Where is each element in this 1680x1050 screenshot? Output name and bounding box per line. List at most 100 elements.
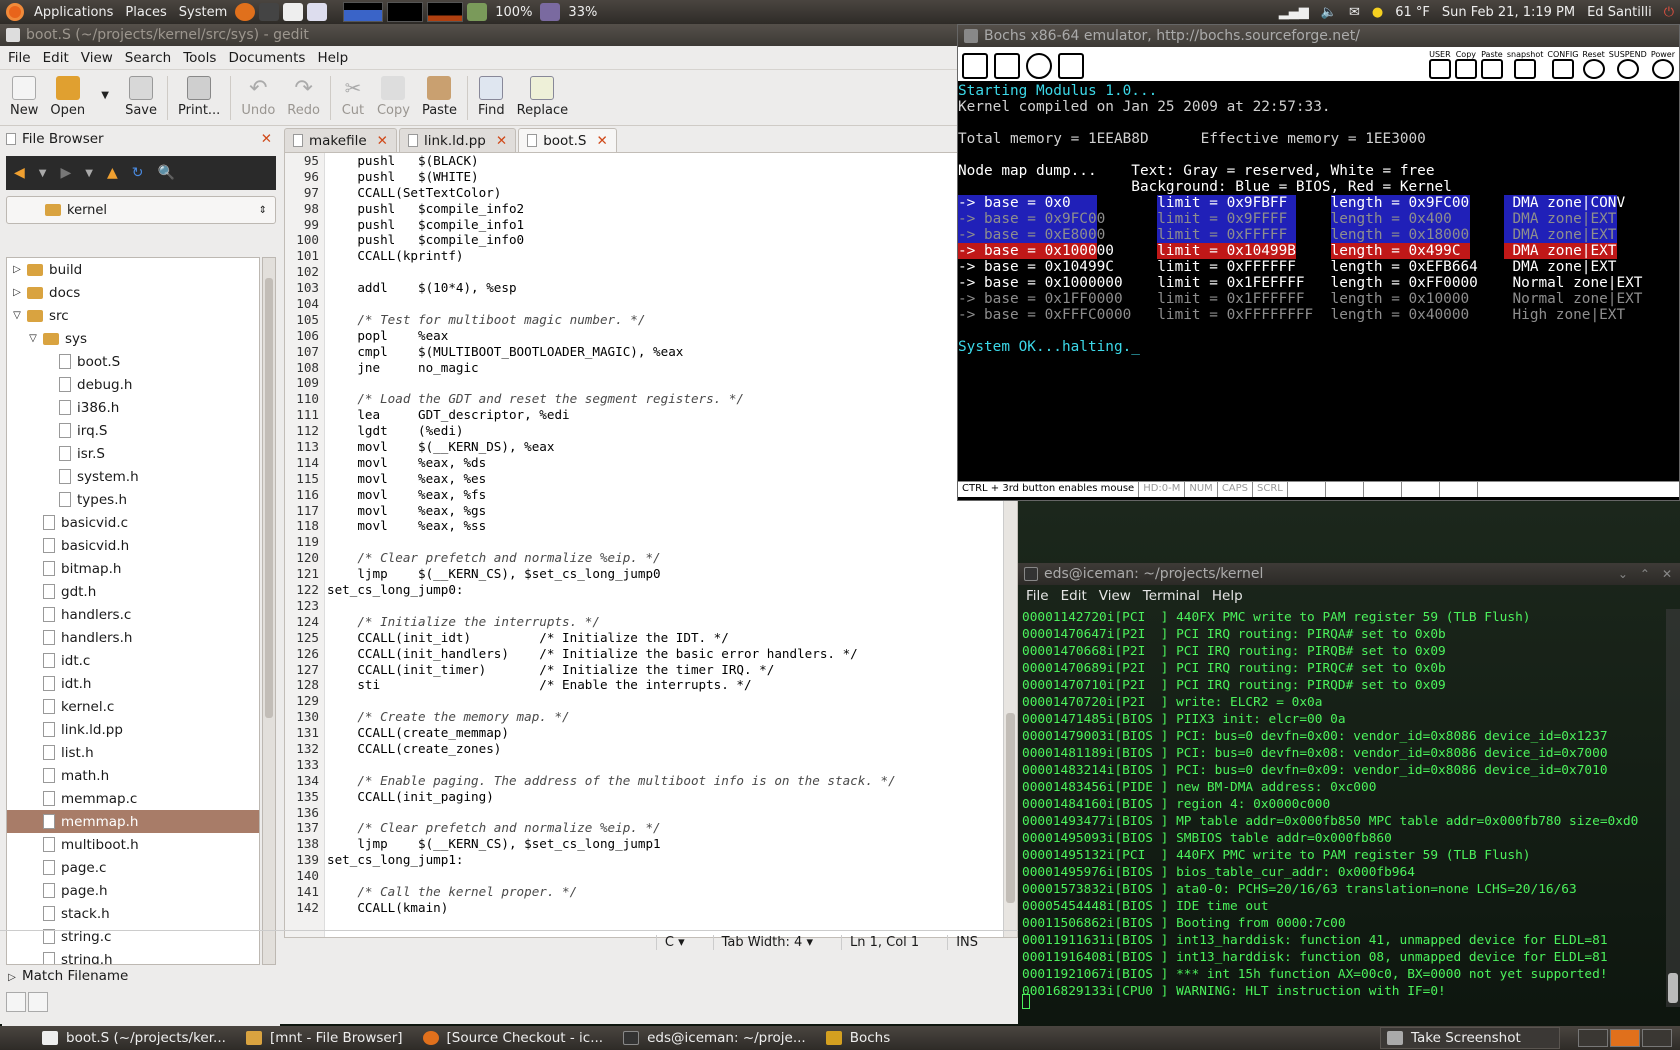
power-icon[interactable]: ⏻	[1658, 5, 1680, 20]
task-firefox[interactable]: [Source Checkout - ic...	[417, 1027, 614, 1049]
paste-button[interactable]: Paste	[416, 74, 463, 118]
tree-file[interactable]: bitmap.h	[7, 557, 259, 580]
menu-tools[interactable]: Tools	[177, 50, 222, 66]
bochs-titlebar[interactable]: Bochs x86-64 emulator, http://bochs.sour…	[958, 25, 1679, 47]
close-tab-icon[interactable]: ✕	[596, 133, 607, 149]
file-browser-tab-icon[interactable]	[28, 992, 48, 1012]
scrollbar-thumb[interactable]	[1006, 713, 1015, 903]
reset-button[interactable]: Reset	[1582, 50, 1605, 79]
gedit-titlebar[interactable]: boot.S (~/projects/kernel/src/sys) - ged…	[0, 24, 1018, 46]
collapsed-icon[interactable]: ▷	[11, 264, 23, 275]
system-menu[interactable]: System	[173, 5, 233, 20]
weather-temperature[interactable]: 61 °F	[1389, 5, 1436, 20]
collapsed-icon[interactable]: ▷	[11, 287, 23, 298]
tree-folder[interactable]: ▷ build	[7, 258, 259, 281]
volume-icon[interactable]: 🔈	[1315, 5, 1343, 20]
tree-file[interactable]: idt.h	[7, 672, 259, 695]
match-filename-expander[interactable]: ▷ Match Filename	[6, 968, 128, 984]
snapshot-button[interactable]: snapshot	[1507, 50, 1543, 79]
floppy-a-icon[interactable]	[962, 53, 988, 79]
tree-file[interactable]: system.h	[7, 465, 259, 488]
back-history-icon[interactable]: ▼	[39, 168, 47, 179]
terminal-menu-view[interactable]: View	[1093, 588, 1137, 604]
close-tab-icon[interactable]: ✕	[377, 133, 388, 149]
config-button[interactable]: CONFIG	[1547, 50, 1578, 79]
minimize-icon[interactable]: ⌄	[1618, 567, 1628, 581]
file-tree-scrollbar[interactable]	[262, 257, 276, 965]
documents-tab-icon[interactable]	[6, 992, 26, 1012]
up-arrow-icon[interactable]: ▲	[107, 165, 118, 181]
close-icon[interactable]: ✕	[1662, 567, 1672, 581]
text-editor-launcher-icon[interactable]	[283, 3, 304, 21]
tree-file[interactable]: list.h	[7, 741, 259, 764]
tree-file[interactable]: page.h	[7, 879, 259, 902]
network-signal-icon[interactable]: ▂▄▆	[1273, 5, 1315, 20]
tree-file[interactable]: types.h	[7, 488, 259, 511]
workspace-3[interactable]	[1642, 1029, 1672, 1047]
user-button[interactable]: USER	[1428, 50, 1451, 79]
bochs-vga-screen[interactable]: Starting Modulus 1.0... Kernel compiled o…	[958, 81, 1679, 481]
menu-help[interactable]: Help	[311, 50, 354, 66]
terminal-menu-help[interactable]: Help	[1206, 588, 1249, 604]
menu-edit[interactable]: Edit	[37, 50, 75, 66]
mail-icon[interactable]: ✉	[1343, 5, 1366, 20]
language-selector[interactable]: C ▾	[655, 935, 685, 950]
weather-icon[interactable]: ●	[1366, 5, 1389, 20]
terminal-menu-file[interactable]: File	[1020, 588, 1055, 604]
terminal-titlebar[interactable]: eds@iceman: ~/projects/kernel ⌄ ⌃ ✕	[1018, 563, 1680, 585]
redo-button[interactable]: ↷ Redo	[281, 74, 326, 118]
firefox-icon[interactable]	[235, 3, 256, 21]
menu-documents[interactable]: Documents	[222, 50, 311, 66]
mouse-icon[interactable]	[1058, 53, 1084, 79]
tree-file[interactable]: debug.h	[7, 373, 259, 396]
user-name[interactable]: Ed Santilli	[1581, 5, 1658, 20]
task-bochs[interactable]: Bochs	[820, 1027, 901, 1049]
replace-button[interactable]: Replace	[511, 74, 574, 118]
document-tab[interactable]: makefile ✕	[284, 128, 397, 152]
battery-icon[interactable]	[467, 3, 488, 21]
undo-button[interactable]: ↶ Undo	[235, 74, 281, 118]
terminal-scrollbar[interactable]	[1666, 609, 1680, 1007]
power-button[interactable]: Power	[1651, 50, 1675, 79]
open-button[interactable]: Open	[44, 74, 91, 118]
maximize-icon[interactable]: ⌃	[1640, 567, 1650, 581]
tree-file[interactable]: memmap.h	[7, 810, 259, 833]
tree-file[interactable]: link.ld.pp	[7, 718, 259, 741]
new-button[interactable]: New	[4, 74, 44, 118]
copy-button[interactable]: Copy	[1454, 50, 1477, 79]
suspend-button[interactable]: SUSPEND	[1609, 50, 1647, 79]
tab-width-selector[interactable]: Tab Width: 4 ▾	[712, 935, 813, 950]
tree-folder[interactable]: ▷ docs	[7, 281, 259, 304]
workspace-1[interactable]	[1578, 1029, 1608, 1047]
tree-folder[interactable]: ▽ sys	[7, 327, 259, 350]
cdrom-icon[interactable]	[1026, 53, 1052, 79]
close-pane-icon[interactable]: ✕	[261, 131, 272, 147]
clock[interactable]: Sun Feb 21, 1:19 PM	[1436, 5, 1581, 20]
document-tab[interactable]: boot.S ✕	[518, 128, 617, 152]
tree-file[interactable]: page.c	[7, 856, 259, 879]
task-gedit[interactable]: boot.S (~/projects/ker...	[36, 1027, 236, 1049]
terminal-menu-edit[interactable]: Edit	[1055, 588, 1093, 604]
menu-file[interactable]: File	[2, 50, 37, 66]
tree-file[interactable]: boot.S	[7, 350, 259, 373]
back-arrow-icon[interactable]: ◀	[14, 165, 25, 181]
tree-folder[interactable]: ▽ src	[7, 304, 259, 327]
tree-file[interactable]: basicvid.h	[7, 534, 259, 557]
task-terminal[interactable]: eds@iceman: ~/proje...	[617, 1027, 816, 1049]
tree-file[interactable]: handlers.c	[7, 603, 259, 626]
tree-file[interactable]: basicvid.c	[7, 511, 259, 534]
copy-button[interactable]: Copy	[371, 74, 416, 118]
scrollbar-thumb[interactable]	[265, 278, 273, 718]
terminal-launcher-icon[interactable]	[259, 3, 280, 21]
paste-button[interactable]: Paste	[1480, 50, 1503, 79]
terminal-output[interactable]: 00001142720i[PCI ] 440FX PMC write to PA…	[1018, 609, 1666, 1009]
expanded-icon[interactable]: ▽	[27, 333, 39, 344]
print-button[interactable]: Print...	[172, 74, 226, 118]
system-monitor-launcher-icon[interactable]	[307, 3, 328, 21]
workspace-2[interactable]	[1610, 1029, 1640, 1047]
close-tab-icon[interactable]: ✕	[496, 133, 507, 149]
tree-file[interactable]: irq.S	[7, 419, 259, 442]
tree-file[interactable]: gdt.h	[7, 580, 259, 603]
forward-history-icon[interactable]: ▼	[85, 168, 93, 179]
terminal-menu-terminal[interactable]: Terminal	[1137, 588, 1206, 604]
